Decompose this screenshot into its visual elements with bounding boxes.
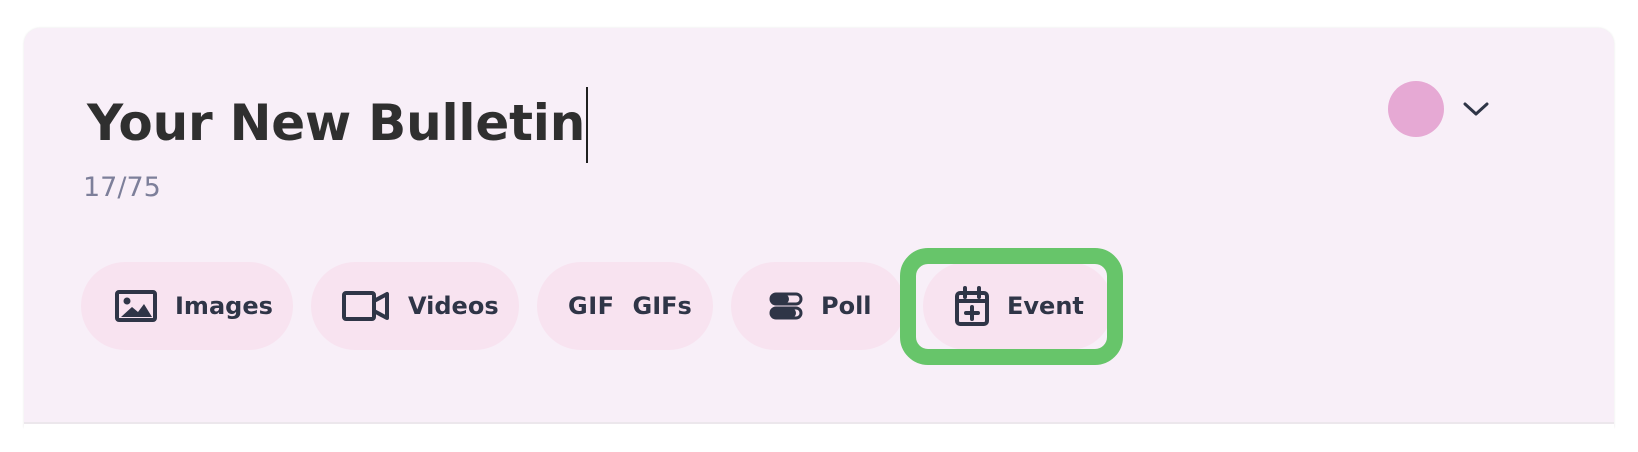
poll-button[interactable]: Poll: [731, 262, 905, 350]
gif-icon: GIF: [568, 292, 615, 320]
avatar[interactable]: [1388, 81, 1444, 137]
event-label: Event: [1007, 292, 1084, 320]
poll-label: Poll: [821, 292, 872, 320]
editor-body-area: [24, 422, 1614, 452]
images-button[interactable]: Images: [81, 262, 293, 350]
bulletin-title-input[interactable]: Your New Bulletin: [87, 87, 589, 163]
gifs-label: GIFs: [632, 292, 692, 320]
images-label: Images: [175, 292, 273, 320]
image-icon: [115, 290, 157, 322]
media-toolbar: Images Videos GIF GIFs Poll Event: [81, 262, 1113, 350]
videos-label: Videos: [408, 292, 499, 320]
text-caret: [586, 87, 589, 163]
chevron-down-icon[interactable]: [1462, 100, 1490, 118]
event-button[interactable]: Event: [923, 262, 1113, 350]
videos-button[interactable]: Videos: [311, 262, 519, 350]
bulletin-title[interactable]: Your New Bulletin: [87, 98, 585, 148]
poll-icon: [769, 292, 803, 320]
video-camera-icon: [342, 290, 390, 322]
gifs-button[interactable]: GIF GIFs: [537, 262, 713, 350]
author-picker[interactable]: [1388, 81, 1490, 137]
calendar-plus-icon: [955, 286, 989, 326]
title-character-count: 17/75: [83, 172, 161, 203]
